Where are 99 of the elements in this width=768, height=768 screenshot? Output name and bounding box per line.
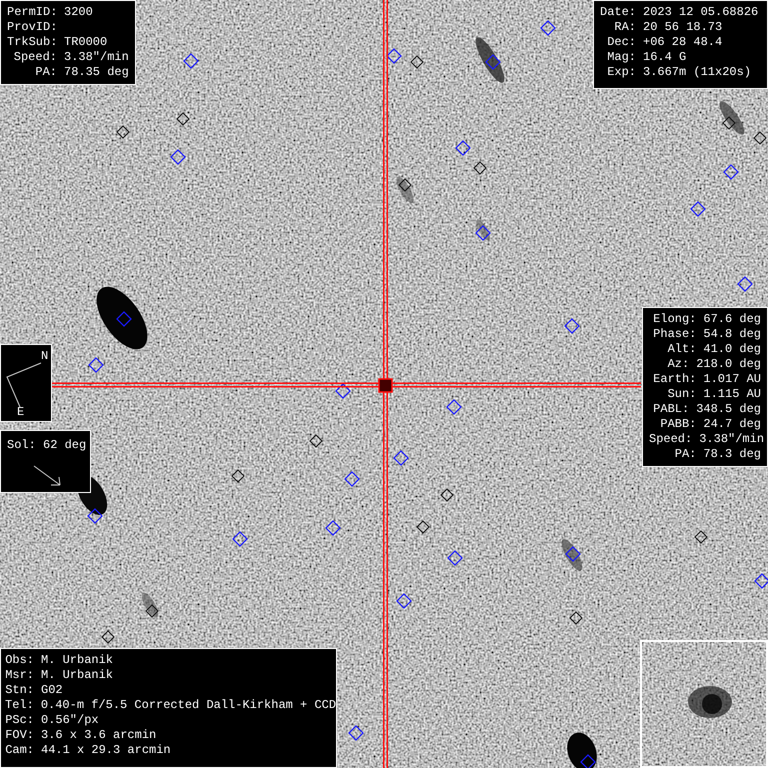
star-marker bbox=[398, 178, 412, 192]
field-value: 78.3 deg bbox=[703, 447, 761, 462]
field-label: Dec: bbox=[606, 35, 636, 50]
target-marker bbox=[690, 201, 706, 217]
field-label: PABB: bbox=[659, 417, 696, 432]
star-marker bbox=[722, 116, 736, 130]
field-label: RA: bbox=[613, 20, 636, 35]
field-value: 3200 bbox=[64, 5, 93, 20]
target-marker bbox=[446, 399, 462, 415]
target-marker bbox=[580, 754, 596, 768]
star-marker bbox=[116, 125, 130, 139]
target-marker bbox=[447, 550, 463, 566]
field-value: 348.5 deg bbox=[696, 402, 761, 417]
target-marker bbox=[393, 450, 409, 466]
field-label: Speed: bbox=[12, 50, 57, 65]
field-label: Elong: bbox=[652, 312, 696, 327]
north-label: N bbox=[41, 349, 48, 363]
field-label: ProvID: bbox=[7, 20, 57, 35]
sun-direction-arrow bbox=[33, 465, 61, 487]
field-value: 20 56 18.73 bbox=[643, 20, 722, 35]
target-marker bbox=[754, 573, 768, 589]
field-value: +06 28 48.4 bbox=[643, 35, 722, 50]
field-label: Exp: bbox=[606, 65, 636, 80]
field-value: 1.115 AU bbox=[703, 387, 761, 402]
star-marker bbox=[694, 530, 708, 544]
field-label: Msr: bbox=[5, 668, 34, 683]
field-value: 41.0 deg bbox=[703, 342, 761, 357]
field-label: Alt: bbox=[666, 342, 696, 357]
star-marker bbox=[440, 488, 454, 502]
target-marker bbox=[485, 54, 501, 70]
star-marker bbox=[410, 55, 424, 69]
field-label: Mag: bbox=[606, 50, 636, 65]
target-marker bbox=[335, 383, 351, 399]
star-marker bbox=[753, 131, 767, 145]
field-value: 3.6 x 3.6 arcmin bbox=[41, 728, 156, 743]
star-marker bbox=[473, 161, 487, 175]
target-marker bbox=[325, 520, 341, 536]
star-marker bbox=[176, 112, 190, 126]
field-label: FOV: bbox=[5, 728, 34, 743]
field-value: 0.56"/px bbox=[41, 713, 99, 728]
target-marker bbox=[170, 149, 186, 165]
field-label: Obs: bbox=[5, 653, 34, 668]
field-label: Date: bbox=[600, 5, 636, 20]
target-marker bbox=[88, 357, 104, 373]
field-value: 0.40-m f/5.5 Corrected Dall-Kirkham + CCD bbox=[40, 698, 336, 713]
target-marker bbox=[348, 725, 364, 741]
field-label: PABL: bbox=[652, 402, 690, 417]
field-label: PSc: bbox=[5, 713, 34, 728]
field-label: Tel: bbox=[5, 698, 34, 713]
star-marker bbox=[309, 434, 323, 448]
star-marker bbox=[145, 604, 159, 618]
field-value: 3.667m (11x20s) bbox=[643, 65, 752, 80]
star-marker bbox=[416, 520, 430, 534]
target-marker bbox=[344, 471, 360, 487]
target-marker bbox=[396, 593, 412, 609]
field-value: 44.1 x 29.3 arcmin bbox=[41, 743, 171, 758]
field-value: 16.4 G bbox=[643, 50, 686, 65]
field-label: Sun: bbox=[666, 387, 696, 402]
field-value: 3.38"/min bbox=[64, 50, 129, 65]
target-marker bbox=[540, 20, 556, 36]
field-value: M. Urbanik bbox=[41, 653, 114, 668]
star-marker bbox=[569, 611, 583, 625]
star-marker bbox=[101, 630, 115, 644]
field-value: 3.38"/min bbox=[699, 432, 764, 447]
field-label: Earth: bbox=[652, 372, 696, 387]
field-value: 2023 12 05.68826 bbox=[643, 5, 758, 20]
field-value: 24.7 deg bbox=[703, 417, 761, 432]
field-label: TrkSub: bbox=[7, 35, 57, 50]
target-marker bbox=[232, 531, 248, 547]
sun-angle-text: Sol: 62 deg bbox=[7, 438, 86, 453]
target-marker bbox=[87, 508, 103, 524]
field-label: PA: bbox=[674, 447, 696, 462]
field-label: Cam: bbox=[5, 743, 34, 758]
target-marker bbox=[475, 225, 491, 241]
east-label: E bbox=[17, 405, 24, 419]
target-marker bbox=[564, 318, 580, 334]
field-value: 78.35 deg bbox=[64, 65, 129, 80]
target-marker bbox=[565, 546, 581, 562]
target-marker bbox=[723, 164, 739, 180]
field-label: Stn: bbox=[5, 683, 34, 698]
field-value: G02 bbox=[41, 683, 63, 698]
target-marker bbox=[737, 276, 753, 292]
field-label: Az: bbox=[666, 357, 690, 372]
field-value: M. Urbanik bbox=[41, 668, 114, 683]
target-marker bbox=[116, 311, 132, 327]
crosshair-center-marker bbox=[378, 378, 393, 393]
field-label: PermID: bbox=[7, 5, 57, 20]
target-marker bbox=[386, 48, 402, 64]
field-value: 218.0 deg bbox=[696, 357, 761, 372]
field-label: Speed: bbox=[649, 432, 692, 447]
target-marker bbox=[455, 140, 471, 156]
star-marker bbox=[231, 469, 245, 483]
field-value: TR0000 bbox=[64, 35, 108, 50]
field-label: Phase: bbox=[652, 327, 696, 342]
target-marker bbox=[183, 53, 199, 69]
field-value: 54.8 deg bbox=[703, 327, 761, 342]
field-value: 1.017 AU bbox=[703, 372, 761, 387]
field-label: PA: bbox=[34, 65, 57, 80]
field-value: 67.6 deg bbox=[703, 312, 761, 327]
